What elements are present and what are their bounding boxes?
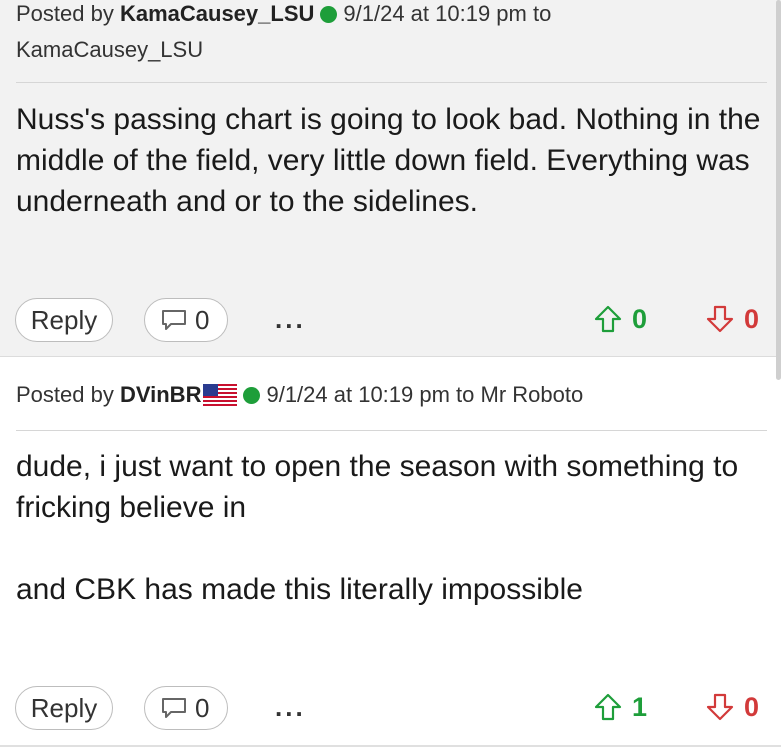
more-options-button[interactable]: ... [275, 686, 306, 728]
divider [16, 430, 767, 431]
quote-button[interactable]: 0 [144, 686, 228, 730]
post-actions: Reply 0 ... 0 0 [0, 298, 781, 342]
downvote-count: 0 [744, 692, 760, 722]
downvote-count: 0 [744, 304, 760, 334]
forum-post: Posted by KamaCausey_LSU 9/1/24 at 10:19 … [0, 0, 781, 357]
post-meta: Posted by DVinBR 9/1/24 at 10:19 pm to M… [16, 377, 767, 413]
post-timestamp: 9/1/24 at 10:19 pm to [343, 1, 552, 26]
divider [0, 745, 781, 747]
quote-button[interactable]: 0 [144, 298, 228, 342]
divider [16, 82, 767, 83]
arrow-up-icon [594, 305, 622, 333]
post-meta: Posted by KamaCausey_LSU 9/1/24 at 10:19 … [16, 0, 767, 68]
online-status-icon [320, 6, 338, 23]
author-link[interactable]: KamaCausey_LSU [120, 1, 314, 26]
posted-by-label: Posted by [16, 1, 114, 26]
quote-count: 0 [195, 305, 210, 335]
post-body: Nuss's passing chart is going to look ba… [16, 103, 769, 218]
post-timestamp: 9/1/24 at 10:19 pm to [266, 382, 475, 407]
quote-count: 0 [195, 693, 210, 723]
posted-by-label: Posted by [16, 382, 114, 407]
reply-to-link[interactable]: KamaCausey_LSU [16, 37, 203, 62]
post-body: dude, i just want to open the season wit… [16, 450, 739, 606]
upvote-count: 0 [632, 304, 648, 334]
comment-icon [162, 698, 186, 718]
reply-to-link[interactable]: Mr Roboto [481, 382, 584, 407]
arrow-down-icon [706, 305, 734, 333]
reply-button[interactable]: Reply [15, 686, 113, 730]
forum-post: Posted by DVinBR 9/1/24 at 10:19 pm to M… [0, 357, 781, 750]
arrow-down-icon [706, 693, 734, 721]
upvote-count: 1 [632, 692, 648, 722]
reply-button[interactable]: Reply [15, 298, 113, 342]
scrollbar[interactable] [776, 0, 781, 380]
online-status-icon [243, 387, 261, 404]
author-link[interactable]: DVinBR [120, 382, 202, 407]
us-flag-icon [203, 384, 238, 406]
arrow-up-icon [594, 693, 622, 721]
more-options-button[interactable]: ... [275, 298, 306, 340]
post-actions: Reply 0 ... 1 0 [0, 686, 781, 730]
comment-icon [162, 310, 186, 330]
